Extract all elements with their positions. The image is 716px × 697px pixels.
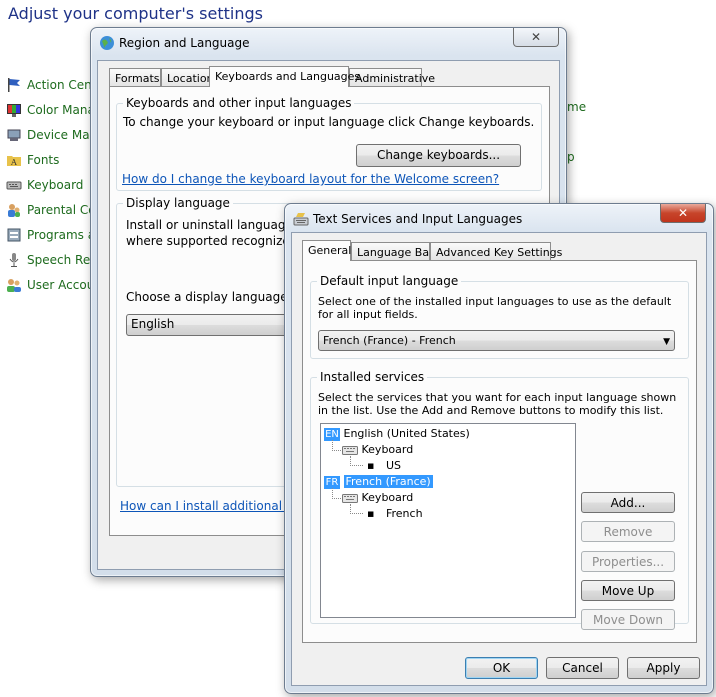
default-input-language-group: Default input language Select one of the… xyxy=(310,274,689,359)
add-button[interactable]: Add... xyxy=(581,492,675,513)
service-label: French xyxy=(385,507,423,520)
cp-right-fragment[interactable]: me xyxy=(567,100,586,114)
tab-location[interactable]: Location xyxy=(161,68,214,87)
installed-services-text: Select the services that you want for ea… xyxy=(318,391,677,417)
tab-formats[interactable]: Formats xyxy=(109,68,161,87)
installed-services-tree[interactable]: EN English (United States) Keyboard ▪ US xyxy=(320,423,576,618)
remove-button[interactable]: Remove xyxy=(581,521,675,542)
language-label: English (United States) xyxy=(343,427,470,440)
tree-language-french[interactable]: FR French (France) xyxy=(324,474,433,489)
programs-icon xyxy=(7,228,21,241)
bullet-icon: ▪ xyxy=(367,459,375,472)
tab-advanced-key-settings[interactable]: Advanced Key Settings xyxy=(430,242,562,261)
tree-connector xyxy=(332,488,341,499)
dialog-client-area: General Language Bar Advanced Key Settin… xyxy=(291,232,707,686)
text-services-dialog: Text Services and Input Languages ✕ Gene… xyxy=(284,203,714,694)
microphone-icon xyxy=(9,252,19,267)
close-button[interactable]: ✕ xyxy=(660,204,706,223)
keyboard-icon xyxy=(342,494,358,503)
installed-services-title: Installed services xyxy=(317,370,428,384)
tree-connector xyxy=(350,504,363,514)
tree-service-french[interactable]: ▪ French xyxy=(367,506,423,521)
tab-keyboards-and-languages[interactable]: Keyboards and Languages xyxy=(209,66,360,87)
control-panel-list: Action Center Color Management Device Ma… xyxy=(6,72,96,297)
display-language-text-2: where supported recognize s xyxy=(126,234,300,248)
globe-icon xyxy=(100,36,114,50)
device-manager-icon xyxy=(7,129,21,141)
default-input-language-dropdown[interactable]: French (France) - French ▼ xyxy=(318,330,675,351)
bullet-icon: ▪ xyxy=(367,507,375,520)
fonts-folder-icon: A xyxy=(7,155,21,167)
category-label: Keyboard xyxy=(361,491,414,504)
language-label: French (France) xyxy=(343,475,433,488)
cp-item-device-manager[interactable]: Device Manager xyxy=(6,122,96,147)
category-label: Keyboard xyxy=(361,443,414,456)
change-keyboards-button[interactable]: Change keyboards... xyxy=(356,144,521,167)
users-icon xyxy=(7,278,21,292)
tree-category-keyboard[interactable]: Keyboard xyxy=(342,442,413,457)
display-language-value: English xyxy=(131,317,175,331)
display-language-text-1: Install or uninstall languages xyxy=(126,218,300,232)
language-badge-fr: FR xyxy=(324,475,340,489)
close-button[interactable]: ✕ xyxy=(513,28,559,47)
flag-icon xyxy=(8,77,20,92)
dialog-title: Text Services and Input Languages xyxy=(313,212,523,226)
keyboard-icon xyxy=(6,181,22,189)
ok-button[interactable]: OK xyxy=(465,657,538,679)
cp-item-programs[interactable]: Programs and Features xyxy=(6,222,96,247)
cp-item-keyboard[interactable]: Keyboard xyxy=(6,172,96,197)
properties-button[interactable]: Properties... xyxy=(581,551,675,572)
tree-connector xyxy=(332,440,341,451)
cp-item-speech-recognition[interactable]: Speech Recognition xyxy=(6,247,96,272)
welcome-screen-layout-link[interactable]: How do I change the keyboard layout for … xyxy=(122,172,499,186)
choose-display-language-label: Choose a display language: xyxy=(126,290,292,304)
display-language-group-title: Display language xyxy=(123,196,233,210)
tree-category-keyboard[interactable]: Keyboard xyxy=(342,490,413,505)
language-badge-en: EN xyxy=(324,427,340,441)
cp-right-fragment[interactable]: p xyxy=(567,150,575,164)
dropdown-arrow-icon: ▼ xyxy=(663,337,670,347)
keyboards-group-title: Keyboards and other input languages xyxy=(123,96,355,110)
tree-service-us[interactable]: ▪ US xyxy=(367,458,401,473)
cp-item-user-accounts[interactable]: User Accounts xyxy=(6,272,96,297)
svg-text:A: A xyxy=(10,158,17,167)
tree-connector xyxy=(350,456,363,466)
page-title: Adjust your computer's settings xyxy=(8,4,263,23)
cp-item-action-center[interactable]: Action Center xyxy=(6,72,96,97)
keyboards-group-text: To change your keyboard or input languag… xyxy=(123,115,535,129)
tree-language-english[interactable]: EN English (United States) xyxy=(324,426,470,441)
text-services-icon xyxy=(293,213,309,226)
cp-item-color-management[interactable]: Color Management xyxy=(6,97,96,122)
move-down-button[interactable]: Move Down xyxy=(581,609,675,630)
service-label: US xyxy=(385,459,402,472)
default-input-language-title: Default input language xyxy=(317,274,462,288)
default-input-language-text: Select one of the installed input langua… xyxy=(318,295,672,321)
tab-panel: Default input language Select one of the… xyxy=(302,260,697,643)
apply-button[interactable]: Apply xyxy=(627,657,700,679)
dialog-title: Region and Language xyxy=(119,36,250,50)
tab-general[interactable]: General xyxy=(302,240,351,261)
cp-item-parental-controls[interactable]: Parental Controls xyxy=(6,197,96,222)
cancel-button[interactable]: Cancel xyxy=(546,657,619,679)
install-languages-link[interactable]: How can I install additional lang xyxy=(120,499,312,513)
default-input-language-value: French (France) - French xyxy=(323,334,456,347)
keyboards-group: Keyboards and other input languages To c… xyxy=(116,96,542,191)
move-up-button[interactable]: Move Up xyxy=(581,580,675,601)
monitor-color-icon xyxy=(7,103,21,117)
keyboard-icon xyxy=(342,446,358,455)
installed-services-group: Installed services Select the services t… xyxy=(310,370,689,630)
tab-language-bar[interactable]: Language Bar xyxy=(351,242,434,261)
parental-controls-icon xyxy=(8,203,20,217)
cp-item-fonts[interactable]: A Fonts xyxy=(6,147,96,172)
